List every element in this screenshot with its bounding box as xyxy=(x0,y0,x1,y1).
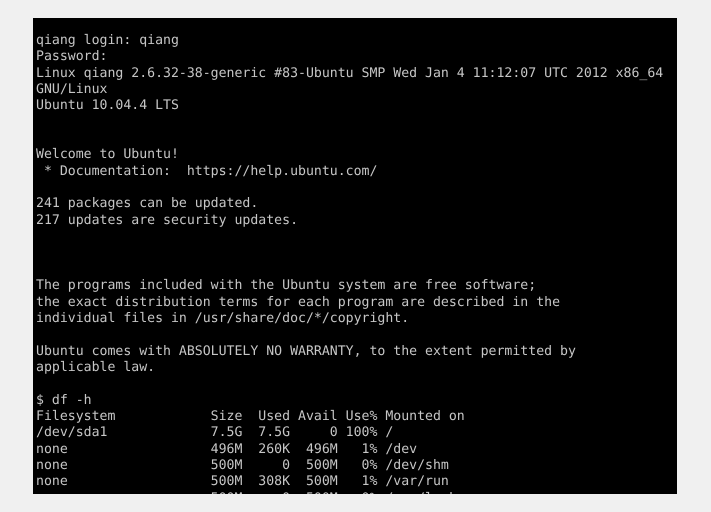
table-row: none 496M 260K 496M 1% /dev xyxy=(36,441,418,457)
license-line-1: The programs included with the Ubuntu sy… xyxy=(36,278,537,294)
blank-line-7 xyxy=(36,327,663,343)
page-root: qiang login: qiang Password: Linux qiang 2… xyxy=(0,0,711,512)
table-row: none 500M 0 500M 0% /dev/shm xyxy=(36,457,449,473)
password-line: Password: xyxy=(36,49,108,65)
blank-line-2 xyxy=(36,131,663,147)
table-row: none 500M 308K 500M 1% /var/run xyxy=(36,474,449,490)
login-line: qiang login: qiang xyxy=(36,33,179,48)
warranty-line-2: applicable law. xyxy=(36,359,156,375)
documentation-line: * Documentation: https://help.ubuntu.com… xyxy=(36,163,378,179)
blank-line-3 xyxy=(36,180,663,196)
blank-line-6 xyxy=(36,262,663,278)
uname-line: Linux qiang 2.6.32-38-generic #83-Ubuntu… xyxy=(36,65,664,81)
blank-line-8 xyxy=(36,376,663,392)
release-line: Ubuntu 10.04.4 LTS xyxy=(36,98,179,114)
security-updates-line: 217 updates are security updates. xyxy=(36,212,299,228)
uname-line-wrap: GNU/Linux xyxy=(36,82,108,98)
blank-line-1 xyxy=(36,115,663,131)
packages-updatable-line: 241 packages can be updated. xyxy=(36,196,259,212)
df-header-row: Filesystem Size Used Avail Use% Mounted … xyxy=(36,408,465,424)
table-row: none 500M 0 500M 0% /var/lock xyxy=(36,491,663,494)
table-row: /dev/sda1 7.5G 7.5G 0 100% / xyxy=(36,425,394,441)
blank-line-4 xyxy=(36,229,663,245)
terminal-window[interactable]: qiang login: qiang Password: Linux qiang 2… xyxy=(33,18,677,494)
blank-line-5 xyxy=(36,245,663,261)
command-line-df[interactable]: $ df -h xyxy=(36,393,663,409)
warranty-line-1: Ubuntu comes with ABSOLUTELY NO WARRANTY… xyxy=(36,343,576,359)
terminal-screen[interactable]: qiang login: qiang Password: Linux qiang 2… xyxy=(36,33,663,494)
license-line-3: individual files in /usr/share/doc/*/cop… xyxy=(36,310,410,326)
welcome-line: Welcome to Ubuntu! xyxy=(36,147,179,163)
license-line-2: the exact distribution terms for each pr… xyxy=(36,294,561,310)
